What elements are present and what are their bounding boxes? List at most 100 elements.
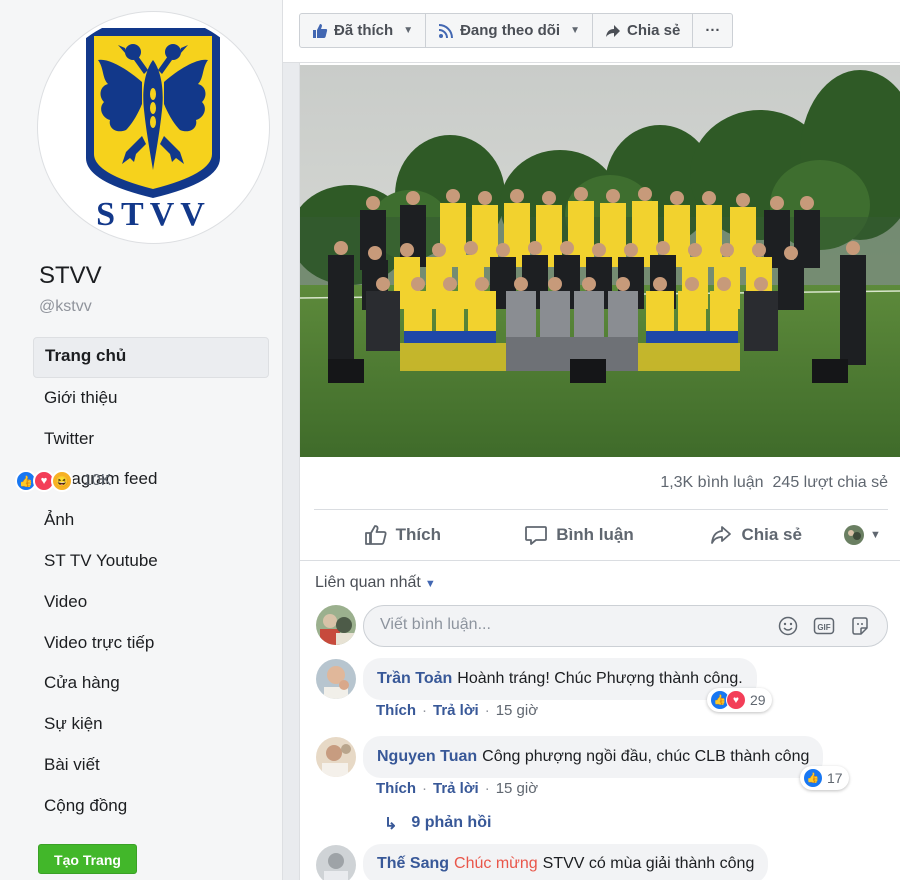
share-button-label: Chia sẻ [741, 525, 802, 544]
avatar-image [316, 659, 356, 699]
share-count[interactable]: 245 lượt chia sẻ [773, 474, 888, 492]
nav-item-about[interactable]: Giới thiệu [33, 378, 269, 419]
share-button[interactable]: Chia sẻ [667, 524, 844, 546]
comment-bubble: Nguyen Tuan Công phượng ngồi đầu, chúc C… [363, 736, 824, 778]
like-button-label: Thích [395, 525, 441, 544]
create-page-button[interactable]: Tạo Trang [38, 844, 137, 874]
avatar-image [316, 605, 356, 645]
comment-author[interactable]: Trần Toản [377, 670, 452, 688]
stvv-crest-logo: STVV [41, 15, 266, 240]
post-action-bar: Thích Bình luận Chia sẻ ▼ [314, 512, 888, 558]
comment-reaction-count: 29 [750, 692, 766, 708]
comment-bubble-icon [525, 526, 548, 545]
logo-text: STVV [96, 196, 211, 233]
comment-reply-link[interactable]: Trả lời [433, 780, 479, 797]
nav-item-twitter[interactable]: Twitter [33, 419, 269, 460]
share-page-button[interactable]: Chia sẻ [593, 14, 694, 47]
haha-reaction-icon: 😆 [51, 470, 73, 492]
gif-icon[interactable]: GIF [813, 615, 835, 637]
page-avatar[interactable]: STVV [38, 12, 269, 243]
commenter-avatar[interactable] [316, 737, 356, 777]
left-sidebar: STVV STVV @kstvv Trang chủ Giới thiệu Tw… [0, 0, 283, 880]
comment-like-link[interactable]: Thích [376, 702, 416, 719]
nav-item-youtube[interactable]: ST TV Youtube [33, 541, 269, 582]
nav-item-events[interactable]: Sự kiện [33, 704, 269, 745]
sticker-icon[interactable] [849, 615, 871, 637]
composer-tools: GIF [777, 615, 871, 637]
comment-input[interactable] [380, 616, 760, 634]
nav-item-video[interactable]: Video [33, 582, 269, 623]
svg-text:GIF: GIF [817, 623, 830, 632]
comment-text: Hoành tráng! Chúc Phượng thành công. [457, 670, 743, 687]
comment-author[interactable]: Thế Sang [377, 855, 449, 873]
chevron-down-icon: ▼ [570, 25, 580, 36]
share-arrow-icon [711, 526, 732, 544]
emoji-icon[interactable] [777, 615, 799, 637]
nav-item-photos[interactable]: Ảnh [33, 500, 269, 541]
page-handle[interactable]: @kstvv [39, 298, 92, 316]
like-button[interactable]: Thích [314, 524, 491, 546]
more-options-button[interactable]: ··· [693, 14, 732, 47]
ellipsis-icon: ··· [705, 22, 721, 39]
rss-feed-icon [438, 23, 454, 38]
comment-like-link[interactable]: Thích [376, 780, 416, 797]
nav-item-community[interactable]: Cộng đồng [33, 786, 269, 827]
comment-text: Công phượng ngồi đầu, chúc CLB thành côn… [482, 748, 810, 765]
team-photo[interactable] [300, 65, 900, 457]
comment-tag[interactable]: Chúc mừng [454, 855, 538, 873]
love-reaction-icon: ♥ [726, 690, 746, 710]
comment-time[interactable]: 15 giờ [496, 780, 538, 797]
share-arrow-icon [606, 24, 620, 37]
current-user-avatar[interactable] [316, 605, 356, 645]
page-title[interactable]: STVV [39, 262, 102, 290]
separator-dot: · [422, 780, 427, 797]
comment-meta: Thích · Trả lời · 15 giờ [376, 702, 538, 719]
comment-composer: GIF [363, 605, 888, 647]
comment-time[interactable]: 15 giờ [496, 702, 538, 719]
reaction-summary[interactable]: 👍 ♥ 😆 10K [15, 470, 111, 492]
comment-reply-link[interactable]: Trả lời [433, 702, 479, 719]
comment-meta: Thích · Trả lời · 15 giờ [376, 780, 538, 797]
chevron-down-icon: ▼ [403, 25, 414, 36]
replies-count: 9 phản hồi [411, 814, 492, 831]
thumbs-up-icon [313, 23, 328, 38]
separator-dot: · [484, 702, 490, 719]
comment-reactions[interactable]: 👍 17 [800, 766, 849, 790]
nav-item-posts[interactable]: Bài viết [33, 745, 269, 786]
commenter-avatar[interactable] [316, 845, 356, 880]
comment-sort-dropdown[interactable]: Liên quan nhất ▼ [315, 574, 436, 592]
nav-item-home[interactable]: Trang chủ [33, 337, 269, 378]
comment-button[interactable]: Bình luận [491, 524, 668, 546]
like-reaction-icon: 👍 [803, 768, 823, 788]
comment-bubble: Thế Sang Chúc mừng STVV có mùa giải thàn… [363, 844, 769, 880]
comment-reaction-count: 17 [827, 770, 843, 786]
following-label: Đang theo dõi [460, 22, 561, 39]
commenter-avatar[interactable] [316, 659, 356, 699]
user-avatar-small [844, 525, 865, 545]
view-replies-link[interactable]: ↳ 9 phản hồi [384, 814, 491, 834]
liked-button[interactable]: Đã thích ▼ [300, 14, 427, 47]
divider [314, 509, 888, 510]
separator-dot: · [422, 702, 427, 719]
page-nav: Trang chủ Giới thiệu Twitter Instagram f… [33, 337, 269, 827]
comment-reactions[interactable]: 👍 ♥ 29 [707, 688, 772, 712]
nav-item-shop[interactable]: Cửa hàng [33, 663, 269, 704]
share-label: Chia sẻ [627, 22, 681, 39]
post-as-selector[interactable]: ▼ [844, 525, 888, 545]
nav-item-live-video[interactable]: Video trực tiếp [33, 623, 269, 664]
avatar-image [316, 845, 356, 880]
liked-label: Đã thích [334, 22, 394, 39]
chevron-down-icon: ▼ [870, 529, 881, 541]
post-stats: 1,3K bình luận 245 lượt chia sẻ [660, 474, 888, 492]
thumbs-up-outline-icon [364, 525, 387, 545]
comment-button-label: Bình luận [556, 525, 634, 544]
comment-author[interactable]: Nguyen Tuan [377, 748, 477, 766]
comment-count[interactable]: 1,3K bình luận [660, 474, 763, 492]
comment-bubble: Trần Toản Hoành tráng! Chúc Phượng thành… [363, 658, 757, 700]
following-button[interactable]: Đang theo dõi ▼ [426, 14, 593, 47]
separator-dot: · [484, 780, 490, 797]
avatar-image [316, 737, 356, 777]
comment-text: STVV có mùa giải thành công [542, 855, 755, 872]
sort-label: Liên quan nhất [315, 574, 421, 591]
divider [300, 560, 900, 561]
